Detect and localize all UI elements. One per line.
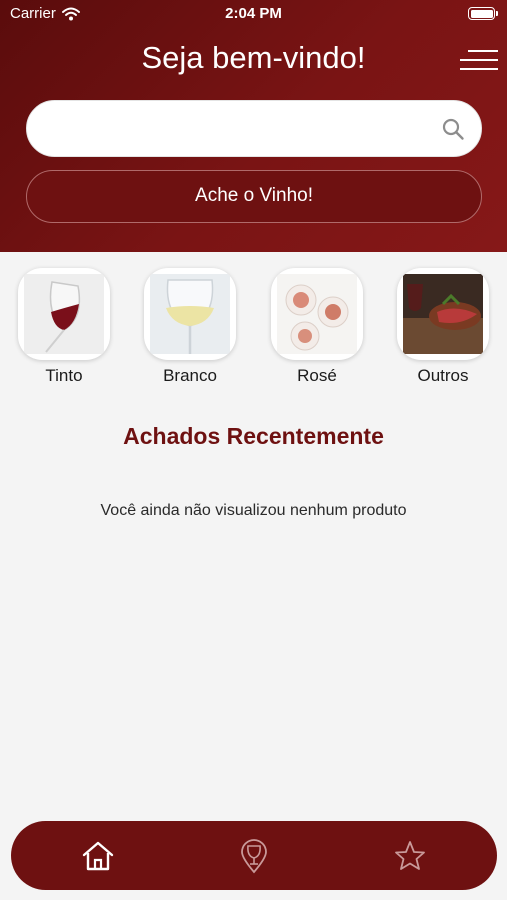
bottom-nav <box>11 821 497 890</box>
home-icon[interactable] <box>80 838 116 874</box>
white-wine-image <box>144 268 236 360</box>
category-label: Rosé <box>297 366 337 385</box>
red-wine-image <box>18 268 110 360</box>
steak-image <box>397 268 489 360</box>
category-rose[interactable]: Rosé <box>269 268 365 386</box>
status-bar: Carrier 2:04 PM <box>0 0 507 28</box>
header: Carrier 2:04 PM Seja bem-vindo! Ache o V… <box>0 0 507 252</box>
search-input[interactable] <box>49 115 439 143</box>
category-tinto[interactable]: Tinto <box>16 268 112 386</box>
battery-icon <box>468 7 498 20</box>
wine-glass-location-icon[interactable] <box>236 838 272 874</box>
page-title: Seja bem-vindo! <box>141 40 366 75</box>
menu-icon[interactable] <box>458 48 498 72</box>
empty-state-message: Você ainda não visualizou nenhum produto <box>100 502 407 519</box>
search-icon[interactable] <box>441 117 465 141</box>
category-branco[interactable]: Branco <box>142 268 238 386</box>
category-outros[interactable]: Outros <box>395 268 491 386</box>
rose-wine-image <box>271 268 363 360</box>
find-wine-button[interactable]: Ache o Vinho! <box>26 170 482 223</box>
category-label: Tinto <box>45 366 83 385</box>
category-label: Branco <box>163 366 217 385</box>
category-label: Outros <box>417 366 469 385</box>
search-box <box>26 100 482 157</box>
star-icon[interactable] <box>392 838 428 874</box>
status-time: 2:04 PM <box>225 5 282 22</box>
recent-section-title: Achados Recentemente <box>123 423 384 449</box>
category-list: Tinto Branco Rosé Outros <box>0 268 507 388</box>
